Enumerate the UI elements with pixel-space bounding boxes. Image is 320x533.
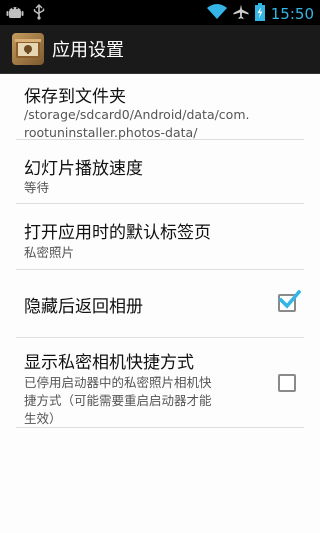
- android-icon: [6, 4, 24, 24]
- setting-summary: 私密照片: [24, 245, 75, 260]
- status-time: 15:50: [270, 4, 314, 23]
- checkmark-icon: [279, 290, 301, 309]
- page-title: 应用设置: [52, 40, 124, 61]
- wifi-icon: [206, 4, 227, 24]
- setting-return-to-gallery[interactable]: 隐藏后返回相册: [16, 270, 304, 338]
- usb-icon: [32, 4, 46, 24]
- setting-summary: 已停用启动器中的私密照片相机快 捷方式（可能需要重启启动器才能 生效）: [24, 375, 212, 426]
- setting-summary: /storage/sdcard0/Android/data/com. rootu…: [24, 107, 250, 140]
- status-bar: 15:50: [0, 0, 320, 25]
- settings-list: 保存到文件夹 /storage/sdcard0/Android/data/com…: [0, 74, 320, 428]
- battery-charging-icon: [254, 3, 265, 25]
- setting-title: 显示私密相机快捷方式: [24, 353, 194, 373]
- camera-shortcut-checkbox[interactable]: [278, 374, 296, 392]
- setting-camera-shortcut[interactable]: 显示私密相机快捷方式 已停用启动器中的私密照片相机快 捷方式（可能需要重启启动器…: [16, 338, 304, 428]
- setting-slideshow-speed[interactable]: 幻灯片播放速度 等待: [16, 140, 304, 204]
- return-to-gallery-checkbox[interactable]: [278, 290, 301, 312]
- setting-title: 打开应用时的默认标签页: [24, 223, 211, 243]
- setting-title: 保存到文件夹: [24, 87, 126, 107]
- setting-save-folder[interactable]: 保存到文件夹 /storage/sdcard0/Android/data/com…: [16, 74, 304, 140]
- setting-title: 幻灯片播放速度: [24, 159, 143, 179]
- action-bar: 应用设置: [0, 25, 320, 74]
- setting-summary: 等待: [24, 180, 50, 195]
- app-icon[interactable]: [12, 33, 44, 65]
- setting-default-tab[interactable]: 打开应用时的默认标签页 私密照片: [16, 204, 304, 270]
- airplane-icon: [233, 4, 249, 24]
- setting-title: 隐藏后返回相册: [24, 297, 143, 317]
